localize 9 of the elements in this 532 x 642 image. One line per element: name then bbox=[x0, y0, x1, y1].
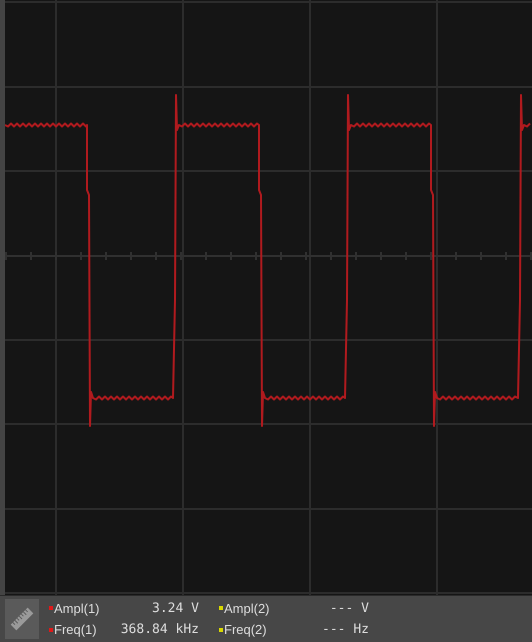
measurement-label: Ampl(2) bbox=[224, 600, 270, 618]
measurement-value: 3.24 V bbox=[152, 600, 199, 618]
measurement-label: Ampl(1) bbox=[54, 600, 100, 618]
ruler-icon[interactable] bbox=[5, 599, 39, 639]
measurement-label: Freq(1) bbox=[54, 621, 97, 639]
measurement-value: --- Hz bbox=[322, 621, 369, 639]
measurement-value: --- V bbox=[330, 600, 369, 618]
measurement-value: 368.84 kHz bbox=[120, 621, 199, 639]
measurement-label: Freq(2) bbox=[224, 621, 267, 639]
